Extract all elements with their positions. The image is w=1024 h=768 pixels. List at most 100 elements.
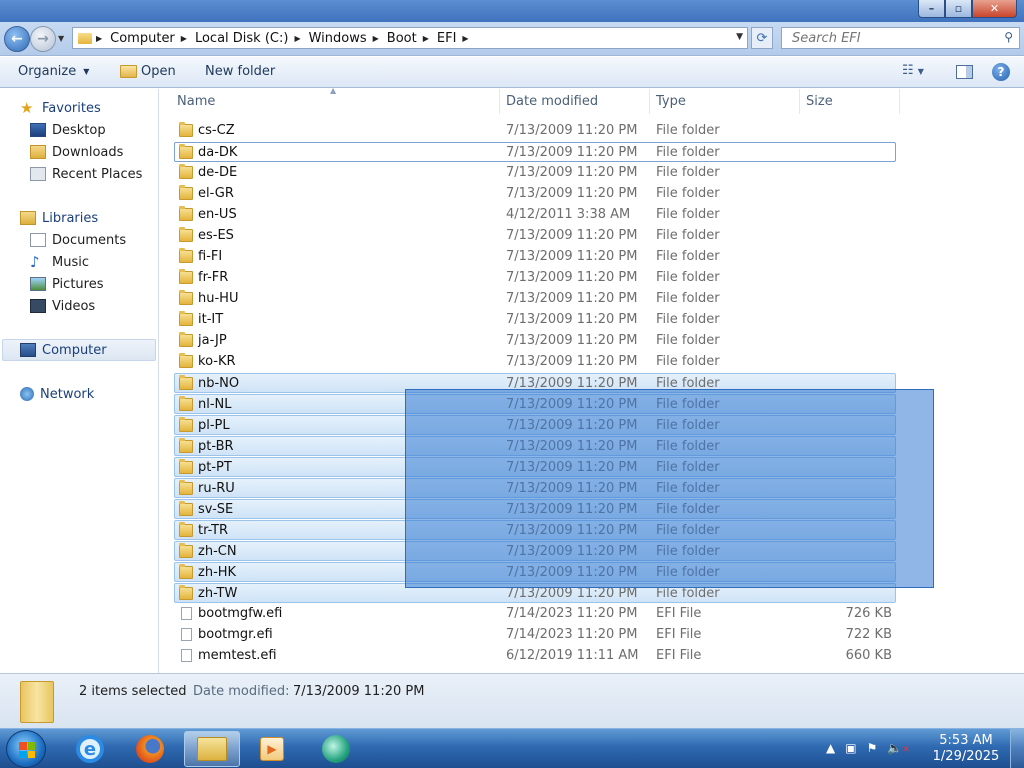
file-row[interactable]: es-ES 7/13/2009 11:20 PM File folder — [160, 226, 1024, 246]
show-hidden-icons-icon[interactable]: ▲ — [826, 741, 835, 755]
file-row[interactable]: zh-CN 7/13/2009 11:20 PM File folder — [174, 541, 896, 561]
breadcrumb-chevron-icon[interactable]: ▶ — [181, 34, 187, 43]
breadcrumb-chevron-icon[interactable]: ▶ — [423, 34, 429, 43]
search-box[interactable]: ⚲ — [781, 27, 1020, 49]
sidebar-item-documents[interactable]: Documents — [30, 229, 126, 251]
taskbar-firefox[interactable] — [122, 731, 178, 767]
show-desktop-button[interactable] — [1010, 729, 1024, 768]
file-row[interactable]: bootmgfw.efi 7/14/2023 11:20 PM EFI File 72… — [160, 604, 1024, 624]
file-row[interactable]: memtest.efi 6/12/2019 11:11 AM EFI File 660… — [160, 646, 1024, 666]
column-header-size[interactable]: Size — [800, 89, 900, 114]
file-type: File folder — [656, 565, 720, 580]
breadcrumb-item[interactable]: Computer — [110, 31, 175, 46]
taskbar-windows-explorer[interactable] — [184, 731, 240, 767]
sidebar-item-music[interactable]: ♪ Music — [30, 251, 89, 273]
file-name: pl-PL — [198, 418, 230, 433]
file-row[interactable]: pt-PT 7/13/2009 11:20 PM File folder — [174, 457, 896, 477]
file-type: EFI File — [656, 627, 702, 642]
action-center-flag-icon[interactable]: ⚑ — [867, 741, 878, 755]
forward-button[interactable]: → — [30, 26, 56, 52]
address-bar[interactable]: ▶ Computer ▶ Local Disk (C:) ▶ Windows ▶ Boot ▶… — [72, 27, 748, 49]
file-row[interactable]: da-DK 7/13/2009 11:20 PM File folder — [174, 142, 896, 162]
file-row[interactable]: hu-HU 7/13/2009 11:20 PM File folder — [160, 289, 1024, 309]
help-icon[interactable]: ? — [992, 63, 1010, 81]
maximize-button[interactable]: ▫ — [945, 0, 972, 18]
search-input[interactable] — [782, 28, 987, 48]
close-button[interactable]: ✕ — [972, 0, 1017, 18]
search-icon[interactable]: ⚲ — [1004, 30, 1013, 44]
breadcrumb-chevron-icon[interactable]: ▶ — [373, 34, 379, 43]
folder-icon — [179, 332, 193, 347]
sidebar-item-videos[interactable]: Videos — [30, 295, 95, 317]
sidebar-item-desktop[interactable]: Desktop — [30, 119, 106, 141]
file-name: pt-PT — [198, 460, 232, 475]
column-header-date[interactable]: Date modified — [500, 89, 650, 114]
preview-pane-icon[interactable] — [956, 65, 973, 79]
sidebar-item-recent-places[interactable]: Recent Places — [30, 163, 142, 185]
file-row[interactable]: it-IT 7/13/2009 11:20 PM File folder — [160, 310, 1024, 330]
recent-pages-dropdown[interactable]: ▼ — [58, 34, 64, 43]
sidebar-item-label: Pictures — [52, 276, 104, 292]
minimize-button[interactable]: – — [918, 0, 945, 18]
file-row[interactable]: cs-CZ 7/13/2009 11:20 PM File folder — [160, 121, 1024, 141]
breadcrumb-chevron-icon[interactable]: ▶ — [462, 34, 468, 43]
file-row[interactable]: ko-KR 7/13/2009 11:20 PM File folder — [160, 352, 1024, 372]
taskbar-media-center[interactable] — [308, 731, 364, 767]
file-name: el-GR — [198, 186, 234, 201]
date-modified-label: Date modified: — [193, 684, 290, 699]
breadcrumb-item[interactable]: Local Disk (C:) — [195, 31, 288, 46]
file-row[interactable]: zh-HK 7/13/2009 11:20 PM File folder — [174, 562, 896, 582]
clock[interactable]: 5:53 AM 1/29/2025 — [930, 733, 1002, 765]
file-name: da-DK — [198, 145, 238, 160]
sidebar-favorites[interactable]: ★ Favorites — [20, 97, 101, 119]
breadcrumb-chevron-icon[interactable]: ▶ — [294, 34, 300, 43]
taskbar-internet-explorer[interactable]: e — [62, 731, 118, 767]
network-tray-icon[interactable]: ▣ — [845, 741, 856, 755]
breadcrumb-root-chevron[interactable]: ▶ — [96, 34, 110, 43]
file-row[interactable]: ru-RU 7/13/2009 11:20 PM File folder — [174, 478, 896, 498]
file-row[interactable]: nl-NL 7/13/2009 11:20 PM File folder — [174, 394, 896, 414]
file-row[interactable]: bootmgr.efi 7/14/2023 11:20 PM EFI File 722… — [160, 625, 1024, 645]
file-row[interactable]: fi-FI 7/13/2009 11:20 PM File folder — [160, 247, 1024, 267]
column-header-type[interactable]: Type — [650, 89, 800, 114]
file-row[interactable]: zh-TW 7/13/2009 11:20 PM File folder — [174, 583, 896, 603]
file-row[interactable]: pl-PL 7/13/2009 11:20 PM File folder — [174, 415, 896, 435]
music-icon: ♪ — [30, 253, 40, 271]
title-bar: – ▫ ✕ — [0, 0, 1024, 22]
new-folder-button[interactable]: New folder — [205, 64, 275, 79]
file-row[interactable]: sv-SE 7/13/2009 11:20 PM File folder — [174, 499, 896, 519]
file-type: File folder — [656, 439, 720, 454]
file-type: EFI File — [656, 648, 702, 663]
file-date-modified: 7/13/2009 11:20 PM — [506, 354, 638, 369]
refresh-button[interactable]: ⟳ — [751, 27, 773, 49]
sidebar-item-pictures[interactable]: Pictures — [30, 273, 103, 295]
file-row[interactable]: pt-BR 7/13/2009 11:20 PM File folder — [174, 436, 896, 456]
volume-muted-icon[interactable]: 🔈✕ — [887, 741, 910, 755]
taskbar: e ▶ ▲ ▣ ⚑ 🔈✕ 5:53 AM 1/29/2025 — [0, 728, 1024, 768]
file-date-modified: 7/13/2009 11:20 PM — [506, 333, 638, 348]
file-row[interactable]: de-DE 7/13/2009 11:20 PM File folder — [160, 163, 1024, 183]
change-view-button[interactable]: ☷ ▼ — [902, 63, 924, 78]
sidebar-item-downloads[interactable]: Downloads — [30, 141, 123, 163]
file-row[interactable]: ja-JP 7/13/2009 11:20 PM File folder — [160, 331, 1024, 351]
back-button[interactable]: ← — [4, 26, 30, 52]
sidebar-libraries[interactable]: Libraries — [20, 207, 98, 229]
start-button[interactable] — [6, 730, 46, 768]
address-dropdown-icon[interactable]: ▼ — [736, 32, 743, 42]
file-row[interactable]: el-GR 7/13/2009 11:20 PM File folder — [160, 184, 1024, 204]
sidebar-item-computer[interactable]: Computer — [2, 339, 156, 361]
file-date-modified: 7/13/2009 11:20 PM — [506, 418, 638, 433]
file-row[interactable]: en-US 4/12/2011 3:38 AM File folder — [160, 205, 1024, 225]
file-row[interactable]: fr-FR 7/13/2009 11:20 PM File folder — [160, 268, 1024, 288]
open-button[interactable]: Open — [120, 64, 176, 79]
file-row[interactable]: tr-TR 7/13/2009 11:20 PM File folder — [174, 520, 896, 540]
breadcrumb-item[interactable]: EFI — [437, 31, 457, 46]
organize-menu[interactable]: Organize ▼ — [18, 64, 89, 79]
taskbar-media-player[interactable]: ▶ — [244, 731, 300, 767]
breadcrumb-item[interactable]: Boot — [387, 31, 417, 46]
breadcrumb-item[interactable]: Windows — [309, 31, 367, 46]
file-row[interactable]: nb-NO 7/13/2009 11:20 PM File folder — [174, 373, 896, 393]
open-label: Open — [141, 64, 176, 79]
sidebar-item-network[interactable]: Network — [20, 383, 94, 405]
file-name: zh-HK — [198, 565, 237, 580]
